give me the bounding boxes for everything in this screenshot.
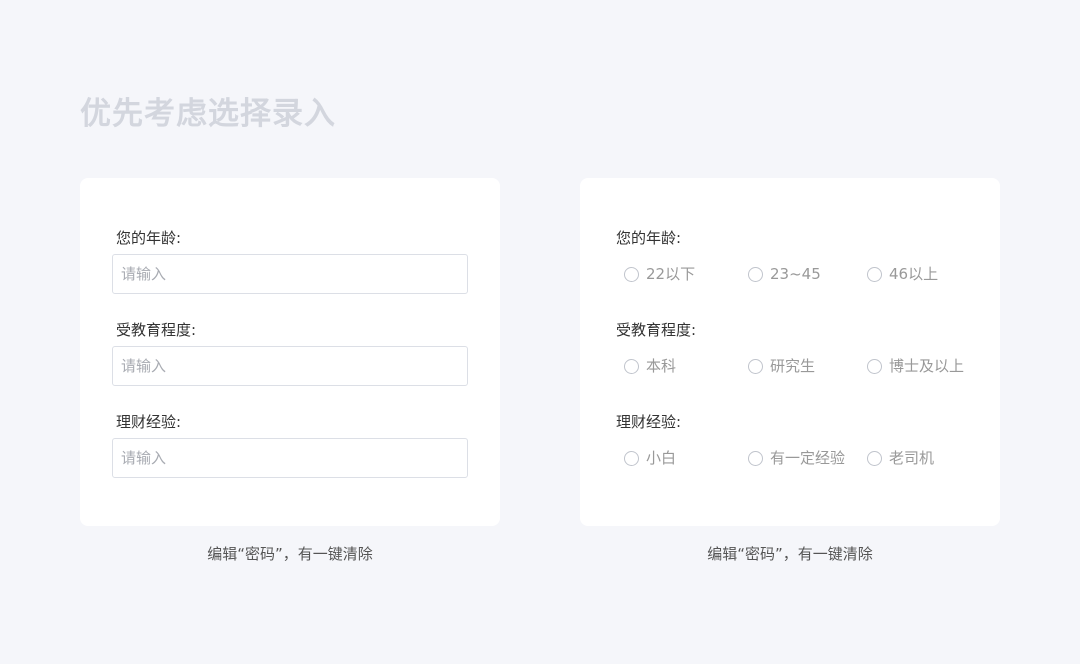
age-input[interactable] xyxy=(112,254,468,294)
radio-age-over-46[interactable]: 46以上 xyxy=(867,264,938,284)
radio-label: 46以上 xyxy=(889,265,939,283)
radio-select-form-card: 您的年龄: 22以下 23~45 46以上 受教育程度: 本科 研究生 博士及以… xyxy=(580,178,1000,526)
radio-label: 22以下 xyxy=(646,265,696,283)
radio-circle-icon xyxy=(624,266,639,282)
radio-circle-icon xyxy=(624,450,639,466)
radio-education-bachelor[interactable]: 本科 xyxy=(624,356,676,376)
radio-label: 小白 xyxy=(646,449,677,467)
radio-circle-icon xyxy=(748,266,763,282)
left-card-caption: 编辑“密码”，有一键清除 xyxy=(207,545,373,563)
radio-age-23-45[interactable]: 23~45 xyxy=(748,264,821,284)
radio-education-doctorate[interactable]: 博士及以上 xyxy=(867,356,964,376)
radio-circle-icon xyxy=(867,358,882,374)
radio-age-under-22[interactable]: 22以下 xyxy=(624,264,695,284)
age-label: 您的年龄: xyxy=(116,229,182,247)
radio-circle-icon xyxy=(748,358,763,374)
radio-circle-icon xyxy=(748,450,763,466)
radio-label: 博士及以上 xyxy=(889,357,965,375)
finance-experience-label: 理财经验: xyxy=(616,413,682,431)
radio-label: 本科 xyxy=(646,357,677,375)
radio-label: 研究生 xyxy=(770,357,816,375)
finance-experience-input[interactable] xyxy=(112,438,468,478)
radio-circle-icon xyxy=(867,450,882,466)
radio-experience-veteran[interactable]: 老司机 xyxy=(867,448,934,468)
age-label: 您的年龄: xyxy=(616,229,682,247)
text-input-form-card: 您的年龄: 受教育程度: 理财经验: xyxy=(80,178,500,526)
radio-experience-some[interactable]: 有一定经验 xyxy=(748,448,845,468)
finance-experience-label: 理财经验: xyxy=(116,413,182,431)
radio-label: 23~45 xyxy=(770,265,821,283)
right-card-caption: 编辑“密码”，有一键清除 xyxy=(707,545,873,563)
page-title: 优先考虑选择录入 xyxy=(80,96,336,132)
radio-label: 有一定经验 xyxy=(770,449,846,467)
education-label: 受教育程度: xyxy=(616,321,697,339)
education-label: 受教育程度: xyxy=(116,321,197,339)
radio-circle-icon xyxy=(867,266,882,282)
radio-circle-icon xyxy=(624,358,639,374)
radio-label: 老司机 xyxy=(889,449,935,467)
radio-education-master[interactable]: 研究生 xyxy=(748,356,815,376)
education-input[interactable] xyxy=(112,346,468,386)
radio-experience-beginner[interactable]: 小白 xyxy=(624,448,676,468)
